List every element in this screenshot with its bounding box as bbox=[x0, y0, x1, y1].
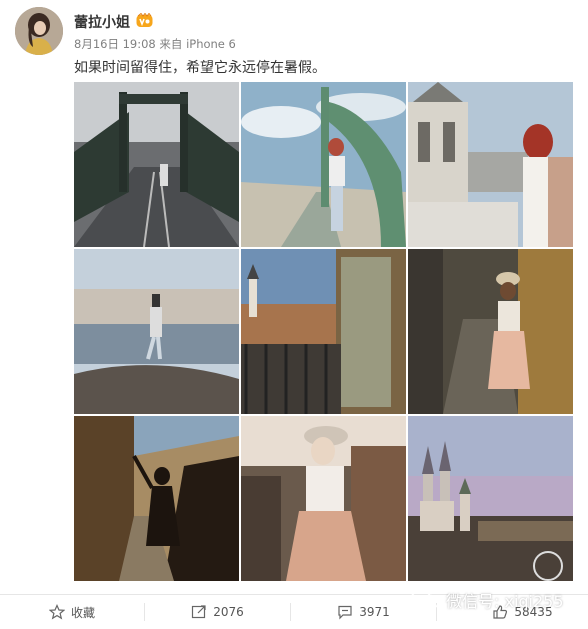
vip-badge-icon bbox=[136, 12, 154, 28]
photo-4[interactable] bbox=[74, 249, 239, 414]
post-time[interactable]: 8月16日 19:08 bbox=[74, 37, 156, 51]
photo-grid bbox=[74, 82, 574, 582]
photo-3[interactable] bbox=[408, 82, 573, 247]
photo-8[interactable] bbox=[241, 416, 406, 581]
post-text: 如果时间留得住，希望它永远停在暑假。 bbox=[74, 60, 326, 76]
photo-6[interactable] bbox=[408, 249, 573, 414]
avatar[interactable] bbox=[15, 7, 63, 55]
favorite-label: 收藏 bbox=[70, 605, 95, 620]
source-prefix: 来自 bbox=[159, 37, 183, 51]
comment-icon bbox=[338, 605, 352, 620]
favorite-button[interactable]: 收藏 bbox=[0, 595, 144, 629]
photo-1[interactable] bbox=[74, 82, 239, 247]
photo-2[interactable] bbox=[241, 82, 406, 247]
weibo-post: 蕾拉小姐 8月16日 19:08 来自 iPhone 6 如果时间留得住，希望它… bbox=[0, 0, 588, 628]
comment-count: 3971 bbox=[359, 605, 390, 619]
photo-5[interactable] bbox=[241, 249, 406, 414]
username[interactable]: 蕾拉小姐 bbox=[74, 12, 130, 32]
wechat-icon bbox=[410, 590, 440, 610]
post-source: iPhone 6 bbox=[186, 37, 236, 51]
repost-button[interactable]: 2076 bbox=[145, 595, 290, 629]
post-meta: 8月16日 19:08 来自 iPhone 6 bbox=[74, 36, 236, 52]
watermark-text: 微信号: xiqi255 bbox=[446, 592, 564, 611]
photo-7[interactable] bbox=[74, 416, 239, 581]
star-icon bbox=[48, 604, 65, 620]
repost-icon bbox=[192, 605, 206, 619]
wechat-watermark: 微信号: xiqi255 bbox=[410, 588, 564, 612]
photo-9[interactable] bbox=[408, 416, 573, 581]
repost-count: 2076 bbox=[213, 605, 244, 619]
